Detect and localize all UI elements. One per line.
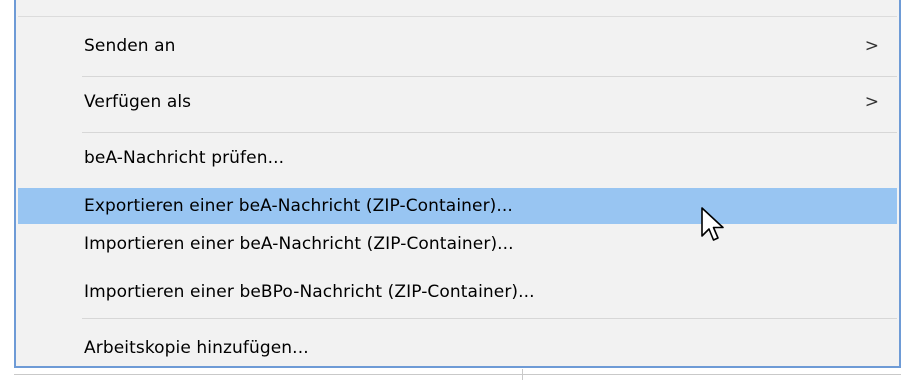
menu-item-label: beA-Nachricht prüfen... — [84, 148, 285, 168]
menu-top-divider — [18, 16, 897, 17]
bottom-divider — [14, 374, 901, 375]
menu-item-arbeitskopie-hinzufuegen[interactable]: Arbeitskopie hinzufügen... — [18, 330, 897, 366]
menu-item-label: Arbeitskopie hinzufügen... — [84, 338, 309, 358]
column-divider — [522, 369, 523, 380]
menu-item-label: Exportieren einer beA-Nachricht (ZIP-Con… — [84, 196, 513, 216]
menu-item-importieren-bebpo[interactable]: Importieren einer beBPo-Nachricht (ZIP-C… — [18, 274, 897, 310]
menu-separator — [82, 76, 897, 77]
chevron-right-icon: > — [864, 36, 879, 56]
menu-separator — [82, 318, 897, 319]
context-menu: Senden an > Verfügen als > beA-Nachricht… — [14, 0, 901, 368]
screen: Senden an > Verfügen als > beA-Nachricht… — [0, 0, 911, 380]
chevron-right-icon: > — [864, 92, 879, 112]
menu-item-senden-an[interactable]: Senden an > — [18, 28, 897, 64]
background-strip — [0, 0, 14, 380]
menu-item-verfuegen-als[interactable]: Verfügen als > — [18, 84, 897, 120]
menu-item-bea-nachricht-pruefen[interactable]: beA-Nachricht prüfen... — [18, 140, 897, 176]
menu-item-importieren-bea[interactable]: Importieren einer beA-Nachricht (ZIP-Con… — [18, 226, 897, 262]
menu-item-label: Senden an — [84, 36, 176, 56]
menu-item-label: Importieren einer beBPo-Nachricht (ZIP-C… — [84, 282, 535, 302]
menu-item-label: Importieren einer beA-Nachricht (ZIP-Con… — [84, 234, 514, 254]
menu-item-label: Verfügen als — [84, 92, 192, 112]
menu-item-exportieren-bea[interactable]: Exportieren einer beA-Nachricht (ZIP-Con… — [18, 188, 897, 224]
mouse-pointer-icon — [701, 207, 724, 241]
menu-separator — [82, 132, 897, 133]
